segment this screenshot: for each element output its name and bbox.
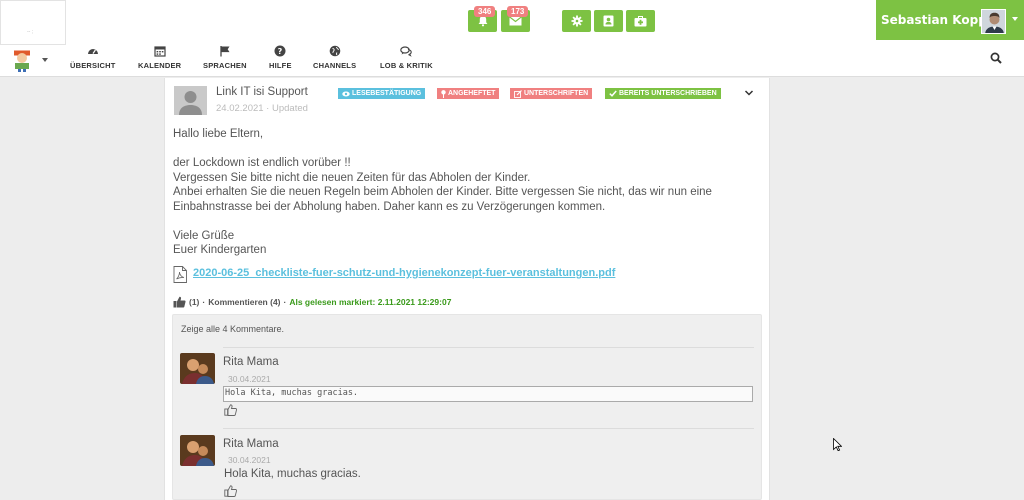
nav-help[interactable]: ? HILFE	[269, 45, 292, 70]
pin-icon	[441, 89, 446, 98]
nav-calendar-label: KALENDER	[138, 61, 182, 70]
post-date: 24.02.2021 · Updated	[216, 103, 308, 114]
calendar-icon	[154, 46, 166, 57]
user-menu[interactable]: Sebastian Kopp	[876, 0, 1024, 40]
child-avatar-icon[interactable]	[10, 48, 34, 72]
pdf-file-icon	[173, 266, 187, 283]
post-closing: Viele Grüße	[173, 230, 235, 242]
edit-icon	[514, 89, 522, 98]
post-signature: Euer Kindergarten	[173, 244, 267, 256]
read-status: Als gelesen markiert: 2.11.2021 12:29:07	[289, 297, 452, 307]
likes-count[interactable]: (1)	[189, 297, 199, 307]
nav-feedback[interactable]: LOB & KRITIK	[380, 45, 433, 70]
comments-icon	[400, 46, 413, 57]
envelope-icon	[509, 16, 522, 26]
tag-pinned-label: ANGEHEFTET	[448, 90, 496, 97]
logo-text: -- ;	[27, 29, 34, 35]
tag-read-confirmation: LESEBESTÄTIGUNG	[338, 88, 426, 99]
thumbs-up-icon[interactable]	[173, 296, 186, 308]
attachment-link[interactable]: 2020-06-25_checkliste-fuer-schutz-und-hy…	[193, 267, 615, 279]
svg-text:?: ?	[278, 47, 283, 56]
nav-channels[interactable]: CHANNELS	[313, 45, 356, 70]
messages-button[interactable]: 173	[501, 6, 530, 32]
chevron-down-icon[interactable]	[744, 89, 754, 97]
check-icon	[609, 90, 617, 97]
nav-languages-label: SPRACHEN	[203, 61, 247, 70]
comment-author[interactable]: Rita Mama	[223, 438, 279, 450]
dashboard-icon	[87, 49, 98, 54]
user-name: Sebastian Kopp	[881, 13, 987, 27]
contacts-button[interactable]	[594, 10, 623, 32]
post-greeting: Hallo liebe Eltern,	[173, 128, 264, 140]
user-menu-caret-icon	[1012, 17, 1018, 21]
post-line: Einbahnstrasse bei der Abholung haben. D…	[173, 201, 606, 213]
post-line: Vergessen Sie bitte nicht die neuen Zeit…	[173, 172, 531, 184]
messages-badge: 173	[507, 6, 529, 17]
thumbs-up-icon[interactable]	[224, 485, 237, 497]
post-line: Anbei erhalten Sie die neuen Regeln beim…	[173, 186, 712, 198]
post-meta: (1) · Kommentieren (4) · Als gelesen mar…	[173, 296, 451, 308]
tag-pinned: ANGEHEFTET	[437, 88, 500, 99]
nav-channels-label: CHANNELS	[313, 61, 357, 70]
logo[interactable]: -- ;	[0, 0, 66, 45]
comment-date: 30.04.2021	[228, 455, 271, 465]
question-icon: ?	[274, 45, 286, 57]
mouse-cursor-icon	[833, 438, 842, 451]
gear-icon	[571, 15, 582, 27]
search-icon[interactable]	[990, 52, 1002, 64]
comment-date: 30.04.2021	[228, 374, 271, 384]
nav-overview[interactable]: ÜBERSICHT	[70, 45, 116, 70]
tag-signatures-label: UNTERSCHRIFTEN	[524, 90, 589, 97]
tag-already-signed-label: BEREITS UNTERSCHRIEBEN	[619, 90, 717, 97]
globe-icon	[329, 45, 340, 57]
tag-signatures: UNTERSCHRIFTEN	[510, 88, 593, 99]
child-selector-caret-icon[interactable]	[42, 58, 48, 62]
nav-feedback-label: LOB & KRITIK	[380, 61, 433, 70]
comment-text: Hola Kita, muchas gracias.	[224, 468, 361, 480]
comment-author[interactable]: Rita Mama	[223, 356, 279, 368]
top-bar: -- ; 346 173 Sebastian Kopp ÜBERSICHT KA…	[0, 0, 1024, 77]
medical-kit-icon	[634, 15, 647, 26]
address-book-icon	[603, 15, 614, 27]
comment-divider	[223, 428, 754, 429]
show-all-comments-link[interactable]: Zeige alle 4 Kommentare.	[181, 324, 284, 334]
nav-help-label: HILFE	[269, 61, 292, 70]
post-author[interactable]: Link IT isi Support	[216, 86, 308, 98]
nav-calendar[interactable]: KALENDER	[138, 45, 181, 70]
comment-link[interactable]: Kommentieren (4)	[208, 297, 280, 307]
author-avatar	[174, 86, 207, 115]
commenter-avatar	[180, 353, 215, 384]
nav-languages[interactable]: SPRACHEN	[203, 45, 247, 70]
post-line: der Lockdown ist endlich vorüber !!	[173, 157, 351, 169]
nav-overview-label: ÜBERSICHT	[70, 61, 116, 70]
comment-divider	[223, 347, 754, 348]
flag-icon	[220, 46, 230, 57]
user-avatar	[981, 9, 1006, 34]
settings-button[interactable]	[562, 10, 591, 32]
thumbs-up-icon[interactable]	[224, 404, 237, 416]
commenter-avatar	[180, 435, 215, 466]
notifications-button[interactable]: 346	[468, 6, 497, 32]
notifications-badge: 346	[474, 6, 496, 17]
tag-read-confirmation-label: LESEBESTÄTIGUNG	[352, 90, 422, 97]
eye-icon	[342, 91, 350, 96]
tag-already-signed: BEREITS UNTERSCHRIEBEN	[605, 88, 721, 99]
comment-edit-field[interactable]: Hola Kita, muchas gracias.	[223, 386, 753, 402]
medical-kit-button[interactable]	[626, 10, 655, 32]
